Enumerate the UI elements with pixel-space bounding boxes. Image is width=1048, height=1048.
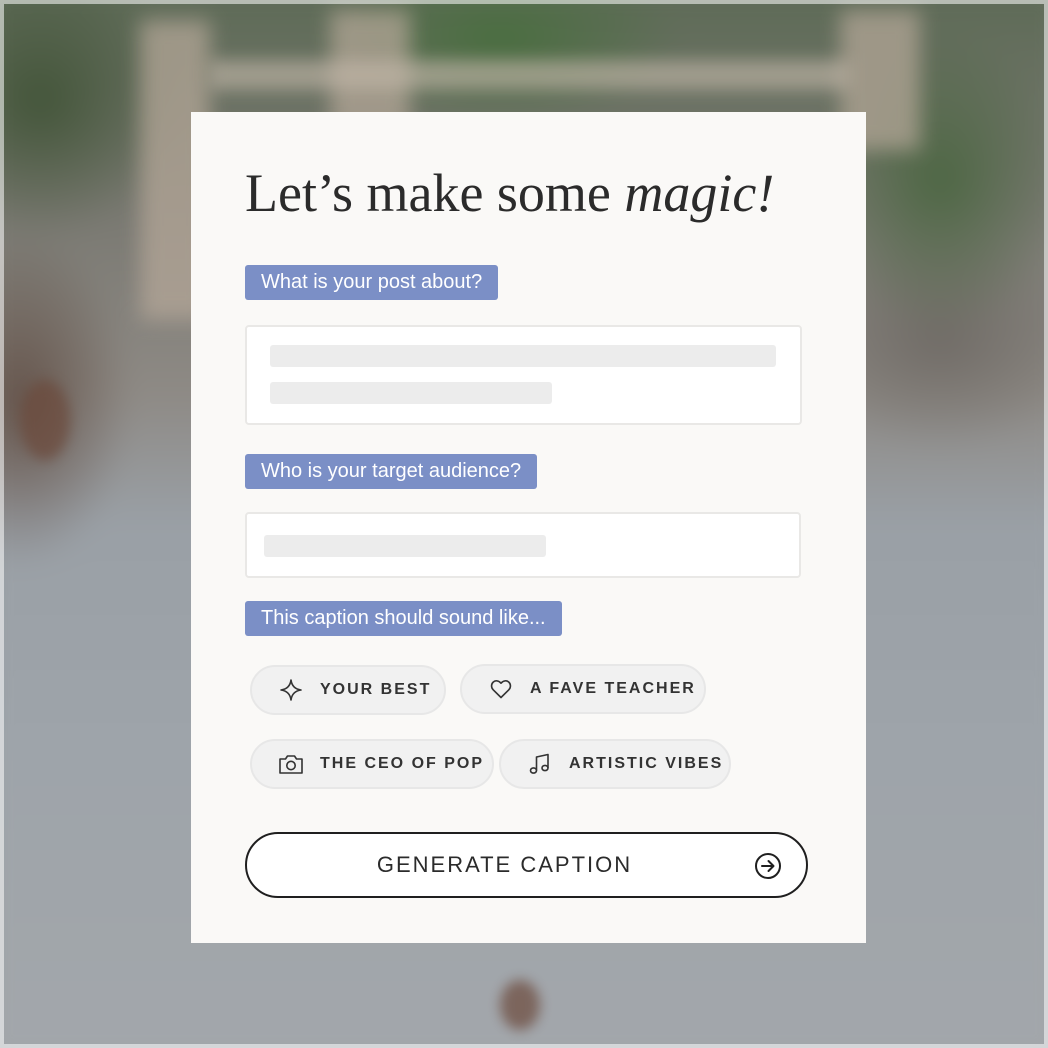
generate-caption-button[interactable]: GENERATE CAPTION — [245, 832, 808, 898]
audience-label: Who is your target audience? — [245, 454, 538, 489]
tone-chip-label: A FAVE TEACHER — [530, 680, 696, 697]
tone-label: This caption should sound like... — [245, 601, 562, 636]
arrow-right-circle-icon — [754, 852, 782, 880]
music-note-icon — [527, 751, 553, 777]
placeholder-line — [264, 535, 546, 557]
tone-chip-fave-teacher[interactable]: A FAVE TEACHER — [460, 664, 706, 714]
post-about-label: What is your post about? — [245, 265, 499, 300]
generate-caption-label: GENERATE CAPTION — [376, 852, 633, 877]
tone-chip-label: ARTISTIC VIBES — [569, 755, 724, 772]
title-prefix: Let’s make some — [245, 163, 625, 223]
tone-chip-label: YOUR BEST — [320, 681, 432, 698]
title-emphasis: magic! — [624, 163, 775, 223]
placeholder-line — [270, 345, 776, 367]
tone-chip-label: THE CEO OF POP — [320, 755, 485, 772]
camera-icon — [278, 751, 304, 777]
tone-chip-your-best[interactable]: YOUR BEST — [250, 665, 446, 715]
audience-input[interactable] — [245, 512, 801, 578]
tone-chip-artistic-vibes[interactable]: ARTISTIC VIBES — [499, 739, 731, 789]
sparkle-icon — [278, 677, 304, 703]
placeholder-line — [270, 382, 552, 404]
page-title: Let’s make some magic! — [245, 158, 774, 228]
post-about-input[interactable] — [245, 325, 802, 425]
heart-icon — [488, 676, 514, 702]
tone-chip-ceo-of-pop[interactable]: THE CEO OF POP — [250, 739, 494, 789]
caption-generator-card: Let’s make some magic! What is your post… — [191, 112, 866, 943]
